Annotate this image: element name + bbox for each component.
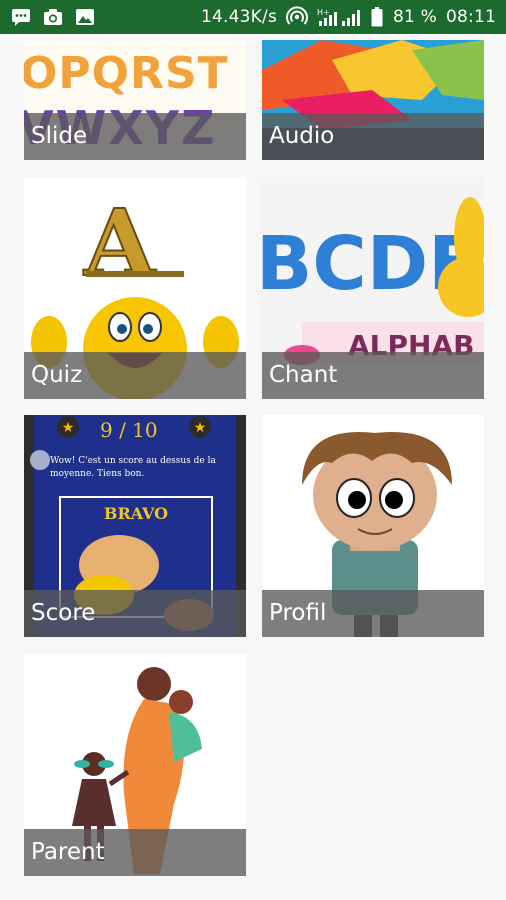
tile-caption: Chant: [262, 352, 484, 399]
tile-slide[interactable]: OPQRST VWXYZ Slide: [24, 40, 246, 160]
score-value: 9 / 10: [100, 418, 158, 442]
battery-icon: [370, 6, 384, 28]
message-icon: [10, 6, 32, 28]
quiz-letter: A: [83, 189, 157, 297]
tile-caption: Profil: [262, 590, 484, 637]
slide-letters-top: OPQRST: [24, 48, 229, 99]
tile-caption: Quiz: [24, 352, 246, 399]
network-type-label: H+: [317, 8, 330, 17]
tile-caption: Audio: [262, 113, 484, 160]
tile-quiz[interactable]: A Quiz: [24, 177, 246, 399]
tile-parent[interactable]: Parent: [24, 654, 246, 876]
hotspot-icon: [286, 6, 308, 28]
score-bravo: BRAVO: [104, 504, 168, 523]
score-message: Wow! C'est un score au dessus de la moye…: [50, 456, 216, 479]
network-speed: 14.43K/s: [201, 7, 277, 27]
tile-chant[interactable]: BCDE ALPHAB Chant: [262, 177, 484, 399]
tile-caption: Score: [24, 590, 246, 637]
tile-score[interactable]: ★ ★ 9 / 10 Wow! C'est un score au dessus…: [24, 415, 246, 637]
status-bar-left: [10, 6, 96, 28]
tile-caption: Slide: [24, 113, 246, 160]
tile-audio[interactable]: Audio: [262, 40, 484, 160]
tile-caption: Parent: [24, 829, 246, 876]
camera-icon: [42, 6, 64, 28]
signal-icon: H+: [317, 6, 361, 28]
svg-text:★: ★: [194, 420, 207, 436]
battery-percent: 81 %: [393, 7, 437, 27]
status-bar: 14.43K/s H+ 81 % 08:11: [0, 0, 506, 34]
svg-text:★: ★: [62, 420, 75, 436]
clock: 08:11: [446, 7, 496, 27]
tile-profil[interactable]: Profil: [262, 415, 484, 637]
image-icon: [74, 6, 96, 28]
status-bar-right: 14.43K/s H+ 81 % 08:11: [201, 6, 496, 28]
